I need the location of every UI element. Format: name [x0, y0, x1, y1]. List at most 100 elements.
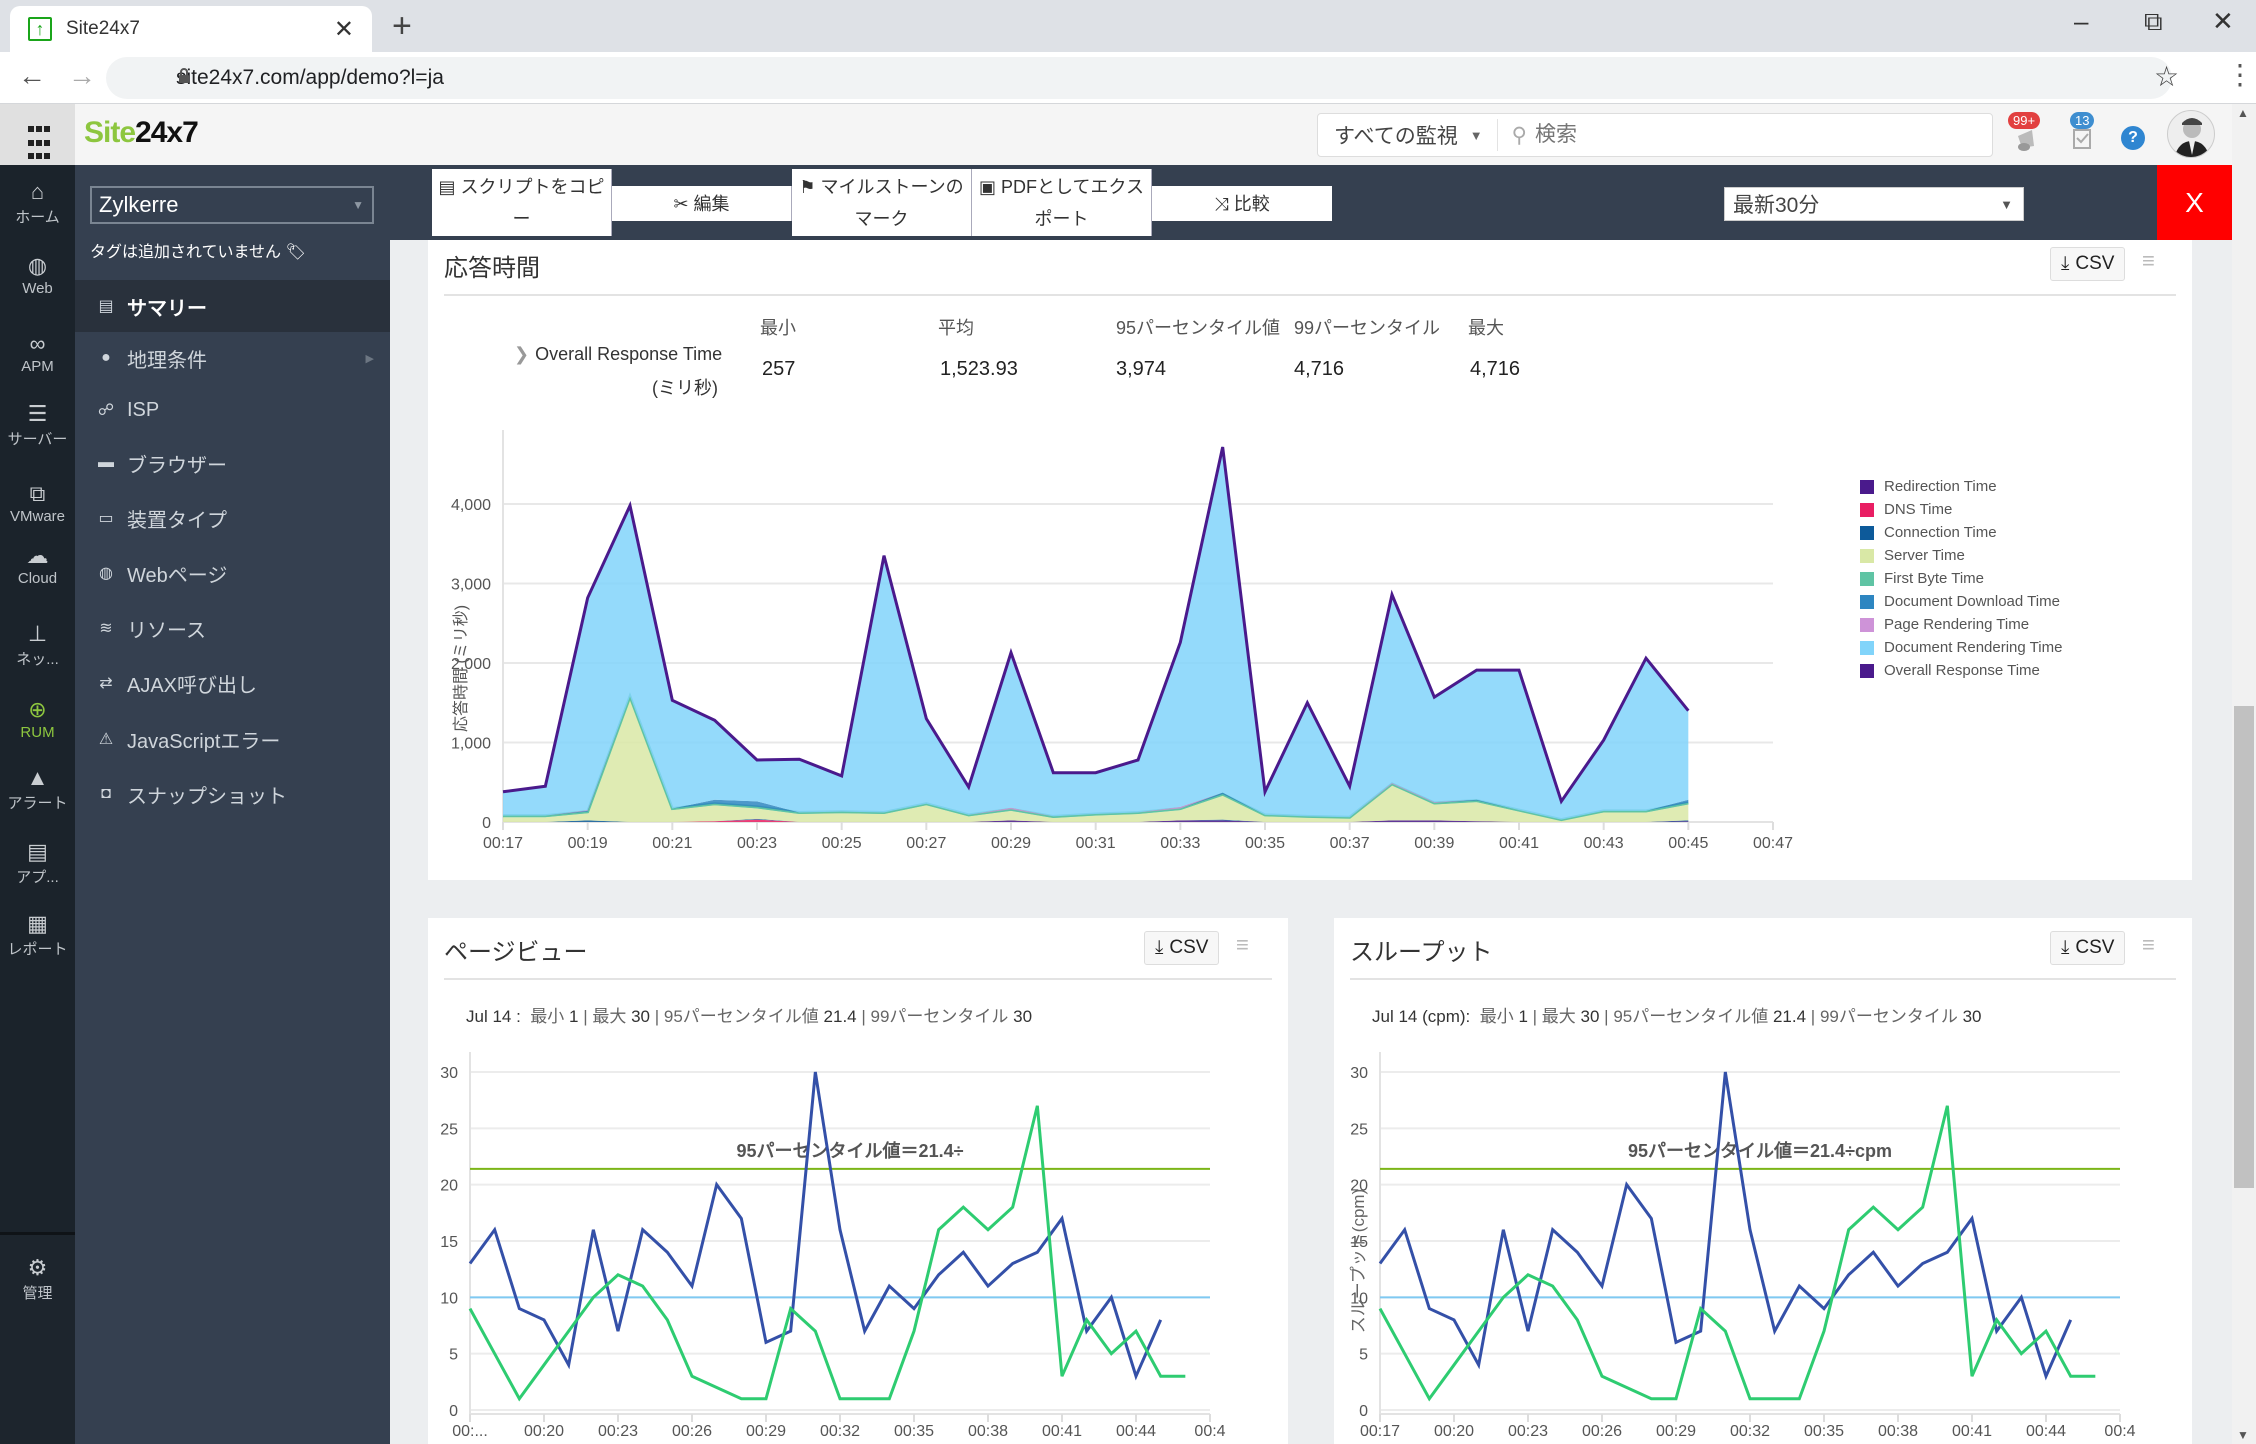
scroll-down-icon[interactable]: ▼: [2237, 1428, 2249, 1442]
legend-item[interactable]: First Byte Time: [1860, 570, 1984, 587]
y-tick-label: 5: [1359, 1347, 1368, 1364]
search-input[interactable]: [1534, 123, 1975, 147]
submenu-item-resources[interactable]: ≋ リソース: [75, 607, 390, 649]
rail-item-apm[interactable]: ∞ APM: [0, 330, 75, 375]
clipboard-icon: ▤: [438, 176, 461, 197]
submenu-item-js-errors[interactable]: ⚠ JavaScriptエラー: [75, 718, 390, 760]
x-tick-label: 00:32: [820, 1423, 860, 1440]
legend-item[interactable]: Overall Response Time: [1860, 662, 2040, 679]
minimize-icon[interactable]: –: [2074, 6, 2088, 37]
submenu-item-browser[interactable]: ▬ ブラウザー: [75, 442, 390, 484]
x-tick-label: 00:41: [1499, 835, 1539, 852]
alarms-button[interactable]: 99+: [2008, 112, 2044, 159]
submenu-item-webpages[interactable]: ◍ Webページ: [75, 552, 390, 594]
tag-icon: 🏷: [285, 244, 306, 261]
legend-item[interactable]: Redirection Time: [1860, 478, 1997, 495]
edit-button[interactable]: ✂ 編集: [612, 186, 792, 221]
chevron-right-icon: ▶: [365, 352, 374, 365]
legend-item[interactable]: Document Download Time: [1860, 593, 2060, 610]
monitor-search-box: すべての監視 ▼ ⚲: [1317, 113, 1993, 157]
url-input[interactable]: site24x7.com/app/demo?l=ja: [106, 57, 2172, 99]
shuffle-icon: ⤨: [1214, 193, 1234, 214]
tab-close-icon[interactable]: ✕: [334, 15, 354, 44]
x-tick-label: 00:47: [1753, 835, 1793, 852]
back-icon[interactable]: ←: [18, 60, 46, 92]
legend-item[interactable]: Server Time: [1860, 547, 1965, 564]
layers-icon: ≋: [99, 620, 113, 637]
x-tick-label: 00:23: [598, 1423, 638, 1440]
rail-item-reports[interactable]: ▦ レポート: [0, 910, 75, 959]
pageviews-menu-icon[interactable]: ≡: [1236, 932, 1249, 958]
compare-button[interactable]: ⤨ 比較: [1152, 186, 1332, 221]
time-period-select[interactable]: 最新30分 ▼: [1724, 187, 2024, 221]
forward-icon[interactable]: →: [68, 60, 96, 92]
legend-swatch: [1860, 617, 1874, 632]
mark-milestone-button[interactable]: ⚑ マイルストーンの マーク: [792, 169, 972, 236]
window-close-icon[interactable]: ✕: [2212, 6, 2234, 37]
submenu-item-ajax[interactable]: ⇄ AJAX呼び出し: [75, 662, 390, 704]
rail-item-home[interactable]: ⌂ ホーム: [0, 178, 75, 227]
response-csv-button[interactable]: ⤓ CSV: [2050, 247, 2126, 281]
browser-tab[interactable]: ↑ Site24x7 ✕: [10, 6, 372, 52]
legend-label: DNS Time: [1884, 501, 1953, 518]
legend-label: First Byte Time: [1884, 570, 1985, 587]
bookmark-star-icon[interactable]: ☆: [2154, 60, 2179, 93]
x-tick-label: 00:26: [672, 1423, 712, 1440]
download-icon: ⤓: [2061, 937, 2070, 958]
x-tick-label: 00:29: [991, 835, 1031, 852]
metric-expand-toggle[interactable]: ❯ Overall Response Time: [514, 344, 722, 365]
user-avatar-icon: [2174, 118, 2210, 157]
y-tick-label: 15: [440, 1234, 458, 1251]
rail-item-rum[interactable]: ⊕ RUM: [0, 696, 75, 741]
legend-item[interactable]: Page Rendering Time: [1860, 616, 2029, 633]
divider: [444, 294, 2176, 296]
copy-script-button[interactable]: ▤ スクリプトをコピ ー: [432, 169, 612, 236]
throughput-chart: 05101520253000:17 00:20 00:23 00:26 00:29 00:…: [1349, 1052, 2136, 1440]
rail-item-web[interactable]: ◍ Web: [0, 252, 75, 297]
close-panel-button[interactable]: X: [2157, 165, 2232, 240]
scroll-up-icon[interactable]: ▲: [2237, 106, 2249, 120]
submenu-item-isp[interactable]: ☍ ISP: [75, 389, 390, 431]
legend-label: Redirection Time: [1884, 478, 1997, 495]
tasks-button[interactable]: 13: [2068, 112, 2098, 159]
tasks-badge: 13: [2070, 112, 2095, 129]
monitor-picker[interactable]: Zylkerre ▼: [90, 186, 374, 224]
response-menu-icon[interactable]: ≡: [2142, 248, 2155, 274]
new-tab-button[interactable]: +: [392, 8, 412, 44]
legend-item[interactable]: Connection Time: [1860, 524, 1997, 541]
y-tick-label: 10: [440, 1290, 458, 1307]
monitor-filter-select[interactable]: すべての監視 ▼: [1318, 119, 1498, 151]
rail-item-apps[interactable]: ▤ アプ...: [0, 838, 75, 887]
legend-item[interactable]: DNS Time: [1860, 501, 1952, 518]
legend-item[interactable]: Document Rendering Time: [1860, 639, 2062, 656]
restore-icon[interactable]: ⧉: [2144, 6, 2163, 38]
divider: [444, 978, 1272, 980]
browser-menu-icon[interactable]: ⋮: [2226, 58, 2254, 91]
pageviews-csv-button[interactable]: ⤓ CSV: [1144, 931, 1220, 965]
rail-item-network[interactable]: ⊥ ネッ...: [0, 620, 75, 669]
user-avatar[interactable]: [2167, 110, 2215, 158]
submenu-item-geo[interactable]: ● 地理条件 ▶: [75, 337, 390, 379]
throughput-csv-button[interactable]: ⤓ CSV: [2050, 931, 2126, 965]
site24x7-logo[interactable]: Site24x7: [84, 116, 199, 150]
cloud-icon: ☁: [26, 543, 49, 568]
submenu-item-device-type[interactable]: ▭ 装置タイプ: [75, 497, 390, 539]
submenu-item-summary[interactable]: ▤ サマリー: [75, 280, 390, 332]
stat-avg: 1,523.93: [940, 358, 1018, 380]
rail-item-admin[interactable]: ⚙ 管理: [0, 1254, 75, 1303]
help-icon[interactable]: ?: [2121, 126, 2145, 150]
export-pdf-button[interactable]: ▣ PDFとしてエクス ポート: [972, 169, 1152, 236]
rail-item-server[interactable]: ☰ サーバー: [0, 400, 75, 449]
submenu-item-snapshots[interactable]: ◘ スナップショット: [75, 773, 390, 815]
tags-status[interactable]: タグは追加されていません 🏷: [90, 238, 306, 262]
throughput-menu-icon[interactable]: ≡: [2142, 932, 2155, 958]
rail-item-vmware[interactable]: ⧉ VMware: [0, 480, 75, 525]
rail-item-cloud[interactable]: ☁ Cloud: [0, 542, 75, 587]
app-grid-icon[interactable]: [0, 104, 75, 165]
rail-item-alerts[interactable]: ▲ アラート: [0, 764, 75, 813]
stat-min: 257: [762, 358, 796, 380]
y-tick-label: 4,000: [451, 497, 491, 514]
x-tick-label: 00:41: [1952, 1423, 1992, 1440]
x-tick-label: 00:...: [452, 1423, 488, 1440]
scrollbar-thumb[interactable]: [2234, 706, 2254, 1188]
